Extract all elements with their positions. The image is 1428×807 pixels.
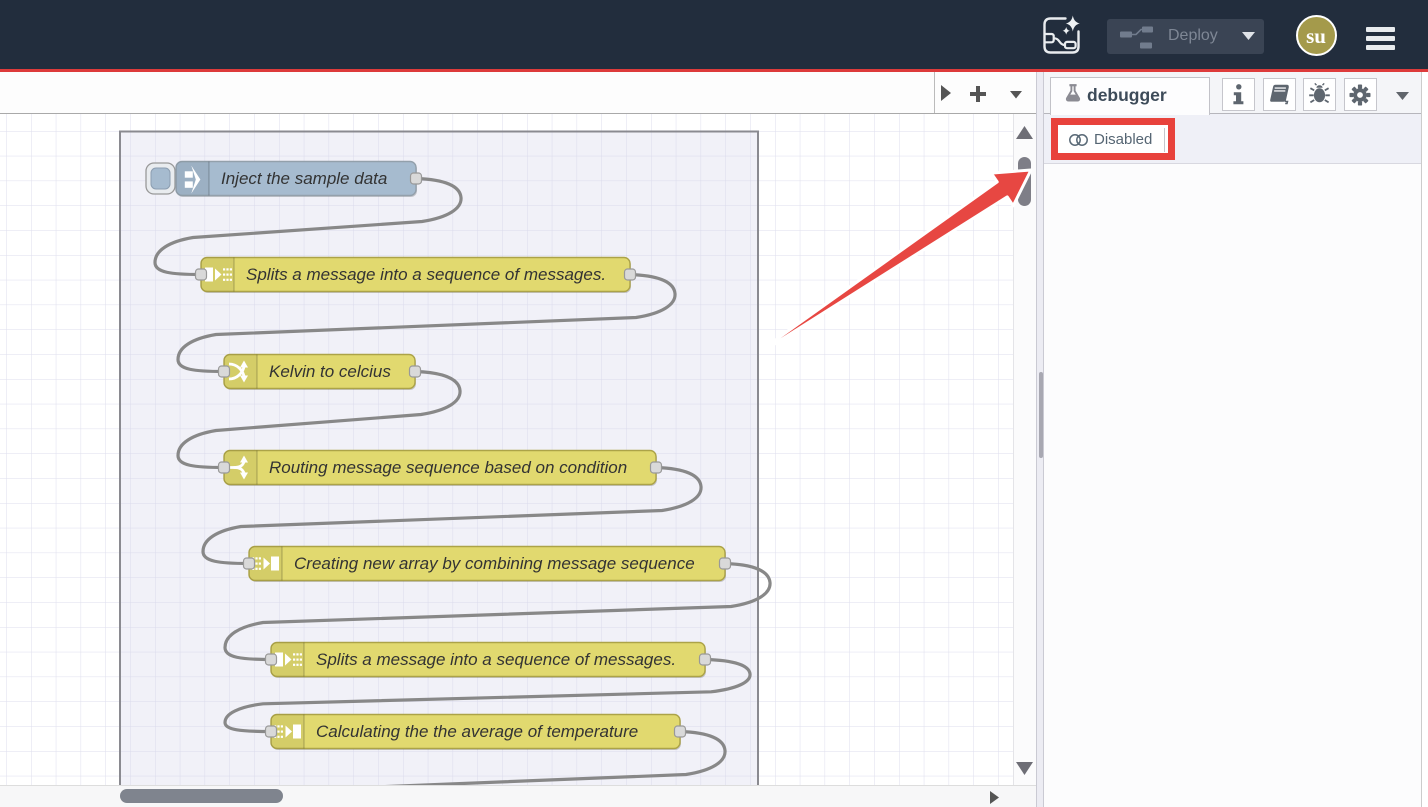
svg-text:Splits a message into a sequen: Splits a message into a sequence of mess… bbox=[316, 650, 676, 669]
svg-text:Splits a message into a sequen: Splits a message into a sequence of mess… bbox=[246, 265, 606, 284]
svg-text:Creating new array by combinin: Creating new array by combining message … bbox=[294, 554, 695, 573]
svg-text:Inject the sample data: Inject the sample data bbox=[221, 169, 387, 188]
svg-text:Routing message sequence based: Routing message sequence based on condit… bbox=[269, 458, 627, 477]
svg-text:Kelvin to celcius: Kelvin to celcius bbox=[269, 362, 391, 381]
svg-text:Calculating the the average of: Calculating the the average of temperatu… bbox=[316, 722, 638, 741]
